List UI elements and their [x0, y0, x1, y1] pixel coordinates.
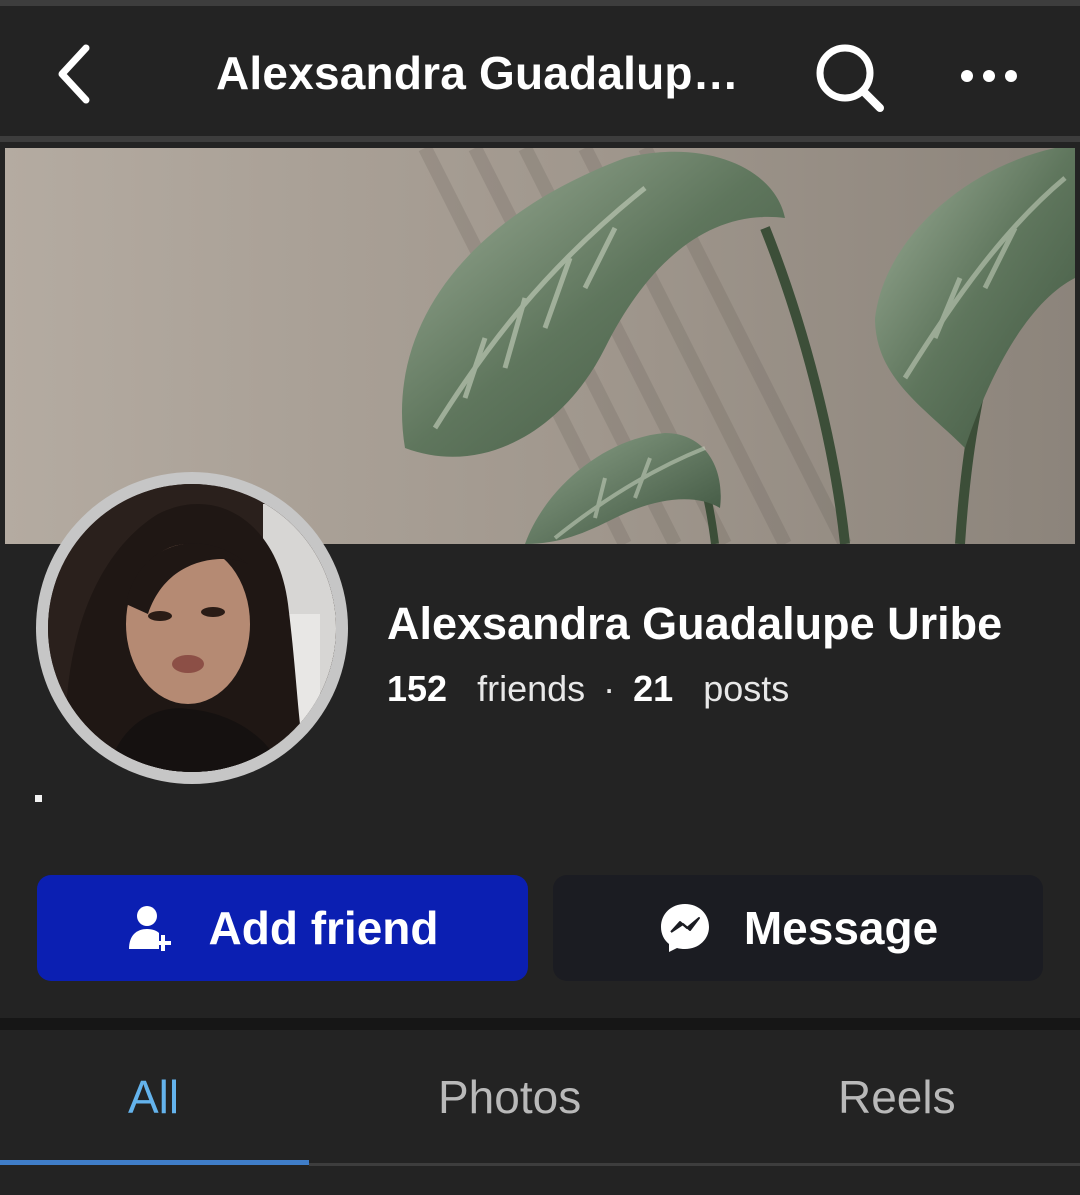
portrait-illustration: [48, 484, 336, 772]
tab-reels[interactable]: Reels: [838, 1070, 956, 1124]
tab-all[interactable]: All: [128, 1070, 179, 1124]
profile-picture[interactable]: [36, 472, 348, 784]
decorative-dot: [35, 795, 42, 802]
stats-separator: ·: [603, 668, 616, 709]
add-friend-label: Add friend: [208, 902, 439, 954]
profile-name: Alexsandra Guadalupe Uribe: [387, 598, 1003, 649]
posts-count: 21: [633, 668, 674, 709]
section-divider: [0, 1018, 1080, 1030]
more-options-button[interactable]: [944, 46, 1034, 106]
tabs-bottom-border: [309, 1163, 1080, 1166]
profile-tabs: All Photos Reels: [0, 1030, 1080, 1164]
add-person-icon: [128, 906, 171, 951]
friends-count[interactable]: 152: [387, 668, 447, 710]
message-button[interactable]: Message: [553, 875, 1043, 981]
app-bar-title: Alexsandra Guadalupe ...: [216, 47, 756, 99]
avatar: [48, 484, 336, 772]
selected-tab-indicator: [0, 1160, 309, 1165]
profile-stats: 152 friends · 21 posts: [387, 668, 789, 710]
add-friend-button[interactable]: Add friend: [37, 875, 528, 981]
more-horizontal-icon: [961, 70, 1017, 82]
chevron-left-icon: [58, 44, 90, 104]
posts-label: posts: [703, 668, 790, 709]
search-icon: [816, 44, 884, 112]
app-bar: Alexsandra Guadalupe ...: [0, 6, 1080, 142]
messenger-icon: [660, 904, 709, 952]
search-button[interactable]: [808, 36, 892, 120]
profile-page: Alexsandra Guadalupe ... Alexsandra Guad…: [0, 0, 1080, 1195]
message-label: Message: [743, 902, 939, 954]
back-button[interactable]: [44, 36, 104, 112]
friends-label[interactable]: friends: [477, 668, 585, 710]
tab-photos[interactable]: Photos: [438, 1070, 581, 1124]
